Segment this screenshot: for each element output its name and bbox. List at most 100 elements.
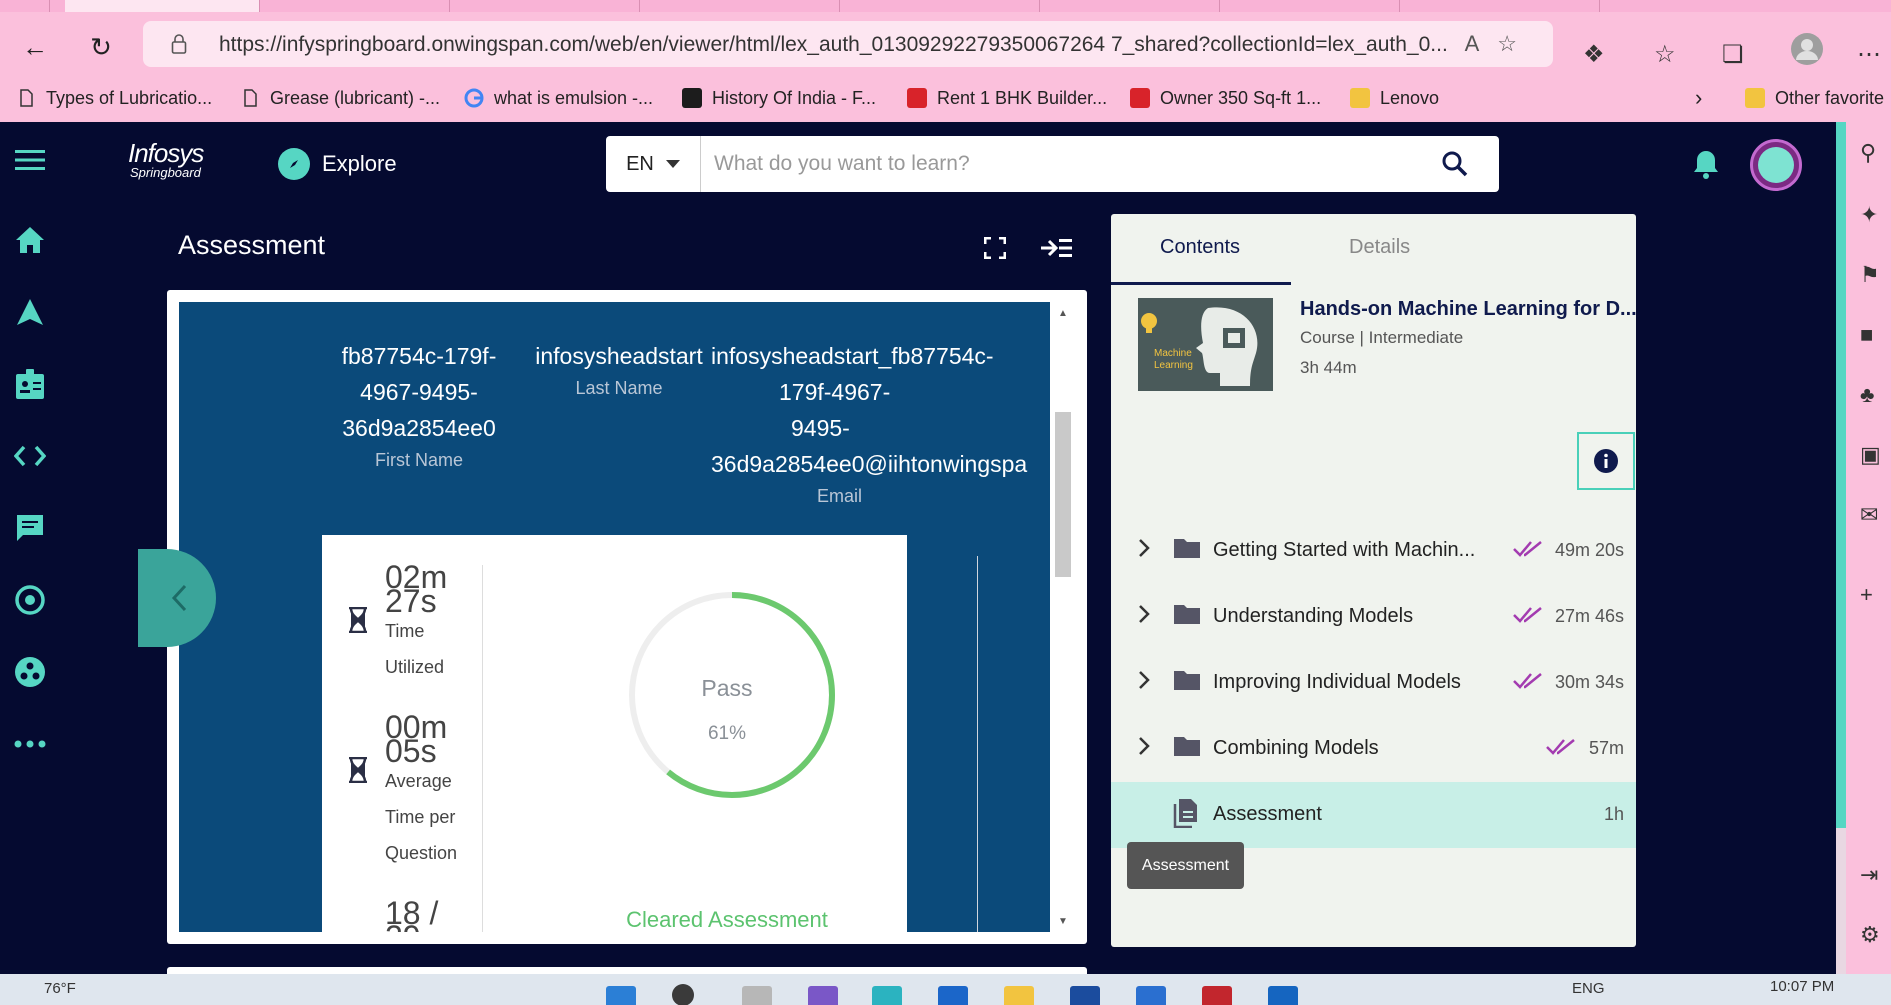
outlook-icon[interactable]: ✉ [1860, 502, 1878, 528]
url-field[interactable]: https://infyspringboard.onwingspan.com/w… [143, 21, 1553, 67]
double-check-icon [1513, 607, 1542, 623]
double-check-icon [1546, 739, 1575, 755]
url-action-icons[interactable]: A☆ [1465, 31, 1535, 57]
app-icon[interactable] [1070, 986, 1100, 1005]
bookmark-item[interactable]: Lenovo [1350, 84, 1439, 112]
double-check-icon [1513, 673, 1542, 689]
more-dots-icon[interactable] [12, 726, 48, 762]
navigate-icon[interactable] [12, 294, 48, 330]
profile-icon[interactable] [1790, 32, 1824, 73]
bookmarks-bar: Types of Lubricatio... Grease (lubricant… [0, 76, 1891, 122]
briefcase-icon[interactable]: ■ [1860, 322, 1873, 348]
other-favorites[interactable]: Other favorite [1745, 84, 1884, 112]
extensions-icon[interactable]: ❖ [1583, 40, 1605, 69]
chevron-right-icon[interactable] [1138, 736, 1150, 756]
folder-icon [1174, 737, 1200, 756]
module-item[interactable]: Getting Started with Machin... 49m 20s [1111, 518, 1636, 584]
sparkle-icon[interactable]: ✦ [1860, 202, 1878, 228]
home-icon[interactable] [12, 222, 48, 258]
file-explorer-icon[interactable] [1004, 986, 1034, 1005]
language-indicator[interactable]: ENG [1572, 980, 1605, 997]
scrollbar-thumb[interactable] [1836, 122, 1846, 828]
stat-label: Utilized [385, 657, 445, 677]
weather-temp[interactable]: 76°F [44, 980, 76, 997]
module-name: Combining Models [1213, 737, 1379, 759]
chevron-left-icon [171, 584, 187, 612]
favorites-icon[interactable]: ☆ [1654, 40, 1676, 69]
chevron-right-icon[interactable] [1138, 604, 1150, 624]
scrollbar-thumb[interactable] [1055, 412, 1071, 577]
bookmark-item[interactable]: Owner 350 Sq-ft 1... [1130, 84, 1321, 112]
bookmark-item[interactable]: Rent 1 BHK Builder... [907, 84, 1107, 112]
scroll-up-icon[interactable]: ▲ [1058, 308, 1068, 319]
chevron-right-icon[interactable] [1138, 538, 1150, 558]
page-title: Assessment [178, 230, 326, 260]
task-view-icon[interactable] [742, 986, 772, 1005]
module-item-active[interactable]: Assessment 1h [1111, 782, 1636, 848]
active-tab-indicator [1111, 282, 1291, 285]
bookmark-label: Owner 350 Sq-ft 1... [1160, 87, 1322, 108]
chat-icon[interactable] [12, 510, 48, 546]
edge-icon[interactable] [872, 986, 902, 1005]
page-scrollbar[interactable] [1836, 122, 1846, 974]
back-icon[interactable]: ← [20, 32, 50, 62]
refresh-icon[interactable]: ↻ [86, 32, 116, 62]
chevron-right-icon[interactable]: › [1695, 84, 1702, 112]
games-icon[interactable]: ♣ [1860, 382, 1874, 408]
info-button[interactable] [1577, 432, 1635, 490]
bookmark-item[interactable]: History Of India - F... [682, 84, 876, 112]
bell-icon[interactable] [1692, 148, 1720, 180]
add-icon[interactable]: + [1860, 582, 1873, 608]
office-icon[interactable]: ▣ [1860, 442, 1881, 468]
search-input[interactable]: What do you want to learn? [714, 152, 970, 176]
chevron-right-icon[interactable] [1138, 670, 1150, 690]
collections-icon[interactable]: ❏ [1722, 40, 1744, 69]
bookmark-item[interactable]: what is emulsion -... [464, 84, 653, 112]
community-icon[interactable] [12, 654, 48, 690]
bookmark-item[interactable]: Types of Lubricatio... [16, 84, 212, 112]
code-icon[interactable] [12, 438, 48, 474]
info-icon [1594, 449, 1618, 473]
settings-icon[interactable]: ⚙ [1860, 922, 1880, 948]
module-item[interactable]: Combining Models 57m [1111, 716, 1636, 782]
id-badge-icon[interactable] [12, 366, 48, 402]
start-icon[interactable] [606, 986, 636, 1005]
explore-button[interactable]: Explore [278, 148, 397, 180]
previous-button[interactable] [138, 549, 216, 647]
more-menu-icon[interactable]: ⋯ [1857, 40, 1881, 69]
store-icon[interactable] [938, 986, 968, 1005]
tab-contents[interactable]: Contents [1160, 236, 1240, 259]
assessment-frame[interactable]: fb87754c-179f- 4967-9495- 36d9a2854ee0 F… [179, 302, 1050, 932]
language-select[interactable]: EN [606, 136, 701, 192]
bookmark-item[interactable]: Grease (lubricant) -... [240, 84, 440, 112]
search-icon[interactable]: ⚲ [1860, 140, 1876, 166]
stat-label: Time per [385, 807, 456, 827]
module-item[interactable]: Understanding Models 27m 46s [1111, 584, 1636, 650]
module-item[interactable]: Improving Individual Models 30m 34s [1111, 650, 1636, 716]
tag-icon[interactable]: ⚑ [1860, 262, 1880, 288]
stat-time-utilized: 02m 27s Time Utilized [347, 561, 447, 685]
browser-tab-strip[interactable] [0, 0, 1891, 12]
gmail-icon[interactable] [1202, 986, 1232, 1005]
app-icon[interactable] [1268, 986, 1298, 1005]
explore-label: Explore [322, 151, 397, 176]
fullscreen-icon[interactable] [984, 237, 1006, 259]
course-thumbnail[interactable]: Machine Learning [1138, 298, 1273, 391]
bookmark-label: History Of India - F... [712, 87, 877, 108]
viewer-scrollbar[interactable]: ▲ ▼ [1050, 302, 1076, 932]
target-icon[interactable] [12, 582, 48, 618]
avatar[interactable] [1750, 139, 1802, 191]
search-icon[interactable] [672, 984, 694, 1005]
collapse-sidebar-icon[interactable] [1040, 237, 1072, 259]
sidebar-exit-icon[interactable]: ⇥ [1860, 862, 1878, 888]
course-title[interactable]: Hands-on Machine Learning for D... [1300, 298, 1637, 321]
search-icon[interactable] [1441, 150, 1469, 178]
teams-icon[interactable] [808, 986, 838, 1005]
scroll-down-icon[interactable]: ▼ [1058, 916, 1068, 927]
clock[interactable]: 10:07 PM [1770, 978, 1834, 995]
tab-details[interactable]: Details [1349, 236, 1410, 259]
first-name-label: First Name [374, 450, 463, 470]
app-icon[interactable] [1136, 986, 1166, 1005]
infosys-springboard-logo[interactable]: Infosys Springboard [128, 140, 204, 179]
hamburger-menu-icon[interactable] [12, 142, 48, 178]
